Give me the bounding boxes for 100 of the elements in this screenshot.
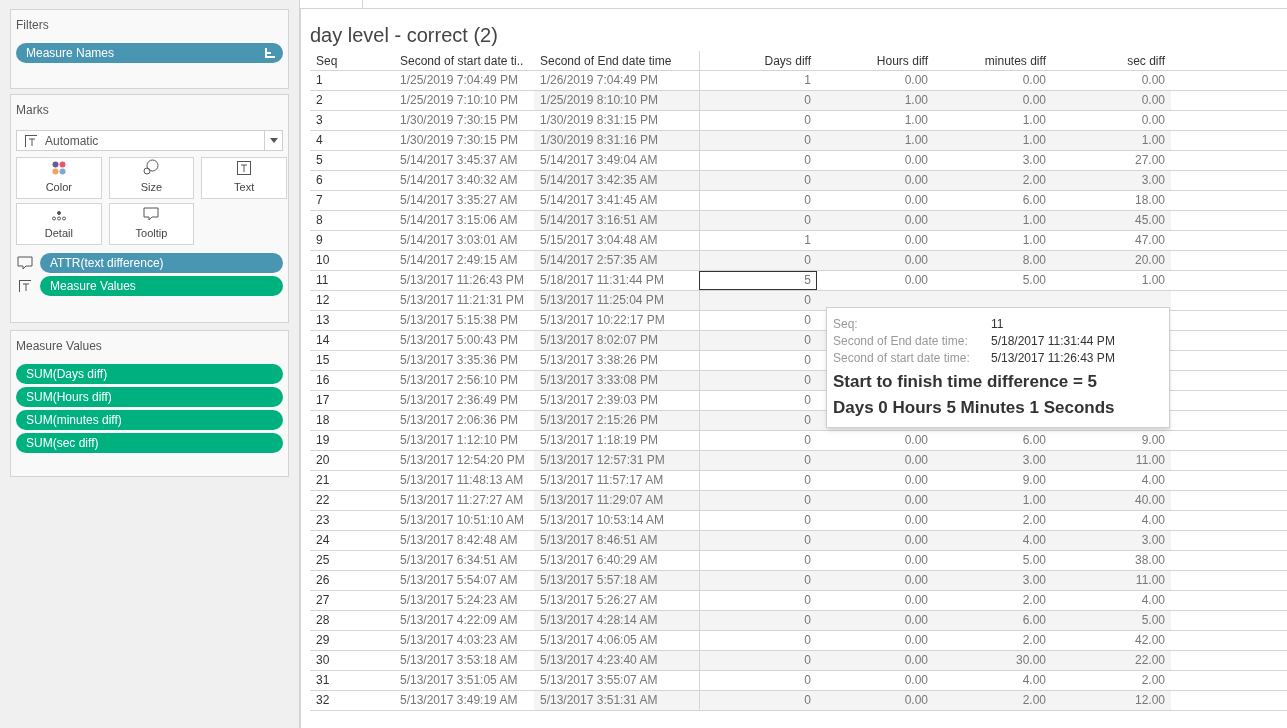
table-cell: 0.00 — [817, 451, 934, 470]
table-cell: 2.00 — [934, 691, 1052, 710]
table-cell-text: 5/13/2017 1:12:10 PM — [399, 432, 520, 449]
pill-label: Measure Names — [26, 45, 115, 62]
column-header[interactable]: Second of End date time — [534, 51, 699, 70]
table-cell-text: 0.00 — [903, 152, 929, 169]
table-cell-text: 0.00 — [903, 592, 929, 609]
mark-card-button[interactable]: Tooltip — [108, 203, 195, 245]
row-header: 13 — [315, 312, 331, 329]
column-header[interactable]: sec diff — [1052, 51, 1171, 70]
tooltip-label: Seq: — [833, 316, 859, 333]
table-cell-text: 5/13/2017 11:21:31 PM — [399, 292, 525, 309]
table-cell-text: 0.00 — [903, 512, 929, 529]
table-cell-text: 5/13/2017 3:55:07 AM — [539, 672, 659, 689]
table-cell-text: 5/13/2017 4:03:23 AM — [399, 632, 519, 649]
table-cell-text: 0.00 — [1021, 72, 1047, 89]
table-cell: 0 — [699, 611, 817, 630]
table-cell: 0 — [699, 491, 817, 510]
table-cell: 3.00 — [1052, 531, 1171, 550]
table-cell: 3.00 — [934, 571, 1052, 590]
table-cell-text: 5/13/2017 3:51:05 AM — [399, 672, 519, 689]
table-cell: 0 — [699, 591, 817, 610]
table-cell-text: 1.00 — [903, 112, 929, 129]
table-cell-text: 2.00 — [1021, 632, 1047, 649]
row-header: 19 — [315, 432, 331, 449]
table-cell: 12.00 — [1052, 691, 1171, 710]
table-cell-text: 1/30/2019 7:30:15 PM — [399, 112, 520, 129]
table-cell-text: 0.00 — [903, 432, 929, 449]
table-cell: 5/13/2017 11:25:04 PM — [534, 291, 699, 310]
table-cell: 0 — [699, 311, 817, 330]
table-cell: 0 — [699, 331, 817, 350]
table-cell: 0.00 — [817, 171, 934, 190]
table-cell-text: 5/13/2017 5:24:23 AM — [399, 592, 519, 609]
table-cell: 0 — [699, 111, 817, 130]
table-cell: 2.00 — [934, 171, 1052, 190]
table-cell-text: 38.00 — [1133, 552, 1166, 569]
tooltip-value: 11 — [991, 316, 1004, 333]
table-cell: 5/13/2017 3:51:31 AM — [534, 691, 699, 710]
table-cell: 11.00 — [1052, 451, 1171, 470]
mark-card-button[interactable]: Detail — [16, 203, 102, 245]
table-cell: 5/13/2017 8:46:51 AM — [534, 531, 699, 550]
table-cell: 0.00 — [934, 91, 1052, 110]
table-cell-text: 0.00 — [903, 232, 929, 249]
color-dots-icon — [51, 160, 66, 175]
table-cell-text: 0.00 — [903, 632, 929, 649]
table-cell-text: 3.00 — [1021, 152, 1047, 169]
table-cell: 22.00 — [1052, 651, 1171, 670]
table-cell: 5/13/2017 4:23:40 AM — [534, 651, 699, 670]
table-cell-text: 5/13/2017 2:06:36 PM — [399, 412, 520, 429]
row-header: 14 — [315, 332, 331, 349]
table-cell-text: 5/13/2017 3:35:36 PM — [399, 352, 520, 369]
table-cell: 0 — [699, 511, 817, 530]
text-icon — [25, 134, 37, 147]
mark-card-button[interactable]: Text — [201, 157, 287, 199]
table-cell: 5/13/2017 3:33:08 PM — [534, 371, 699, 390]
speech-bubble-icon — [143, 206, 160, 221]
tooltip-label: Second of End date time: — [833, 333, 969, 350]
table-cell-text: 18.00 — [1133, 192, 1166, 209]
table-cell: 0 — [699, 351, 817, 370]
size-circles-icon — [143, 158, 160, 175]
row-header: 3 — [315, 112, 324, 129]
tooltip-value: 5/18/2017 11:31:44 PM — [991, 333, 1115, 350]
table-cell: 0 — [699, 411, 817, 430]
table-cell-text: 0.00 — [1140, 112, 1166, 129]
table-cell: 5/13/2017 8:02:07 PM — [534, 331, 699, 350]
mark-type-label: Automatic — [45, 132, 100, 150]
table-cell: 1.00 — [817, 91, 934, 110]
table-cell-text: 5/14/2017 3:45:37 AM — [399, 152, 519, 169]
mark-card-button[interactable]: Color — [16, 157, 102, 199]
table-cell: 5/14/2017 2:57:35 AM — [534, 251, 699, 270]
column-header[interactable]: minutes diff — [934, 51, 1052, 70]
table-cell: 0 — [699, 391, 817, 410]
tooltip-label: Second of start date time: — [833, 350, 971, 367]
table-cell-text: 1.00 — [1140, 272, 1166, 289]
row-header: 32 — [315, 692, 331, 709]
column-header[interactable]: Seq — [310, 51, 394, 70]
table-cell-text: 5/14/2017 3:03:01 AM — [399, 232, 519, 249]
table-cell-text: 5/13/2017 11:27:27 AM — [399, 492, 525, 509]
row-header: 31 — [315, 672, 331, 689]
table-cell-text: 5.00 — [1021, 272, 1047, 289]
table-cell-text: 5/13/2017 6:34:51 AM — [399, 552, 519, 569]
mark-card-button[interactable]: Size — [108, 157, 195, 199]
sort-icon[interactable] — [265, 48, 275, 58]
table-cell: 5 — [699, 271, 817, 290]
mark-type-dropdown[interactable]: Automatic — [16, 130, 283, 151]
column-header[interactable]: Second of start date ti.. — [394, 51, 534, 70]
table-cell-text: 5/13/2017 11:26:43 PM — [399, 272, 525, 289]
table-cell-text: 5.00 — [1021, 552, 1047, 569]
row-header: 23 — [315, 512, 331, 529]
table-cell: 0 — [699, 211, 817, 230]
column-header[interactable]: Days diff — [699, 51, 817, 70]
table-cell: 8.00 — [934, 251, 1052, 270]
table-cell: 6.00 — [934, 611, 1052, 630]
table-cell: 0 — [699, 431, 817, 450]
table-cell-text: 0.00 — [1140, 72, 1166, 89]
table-cell: 1 — [699, 231, 817, 250]
table-cell-text: 5/13/2017 1:18:19 PM — [539, 432, 660, 449]
speech-bubble-icon — [17, 256, 33, 270]
column-header[interactable]: Hours diff — [817, 51, 934, 70]
table-cell-text: 5/13/2017 4:22:09 AM — [399, 612, 519, 629]
